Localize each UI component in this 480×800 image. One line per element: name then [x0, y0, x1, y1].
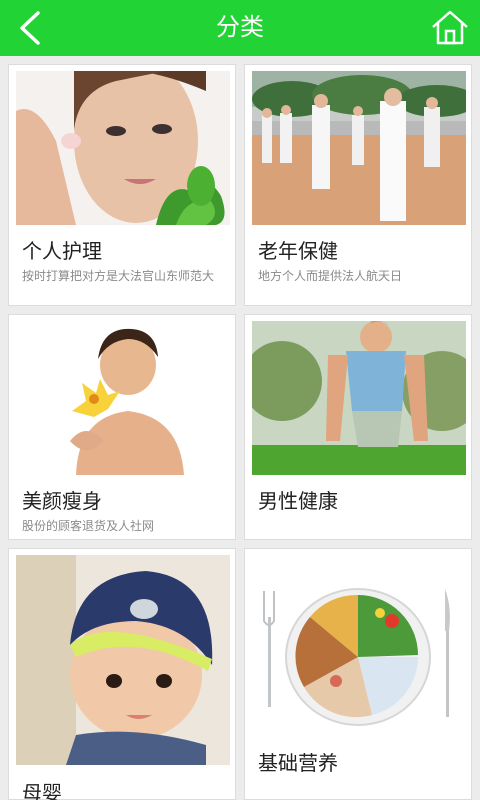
category-name: 母婴: [22, 781, 62, 800]
header-bar: 分类: [0, 0, 480, 56]
baby-hat-photo: [16, 555, 230, 765]
man-pushup-photo: [252, 321, 466, 475]
home-button[interactable]: [428, 6, 472, 50]
elderly-tai-chi-photo: [252, 71, 466, 225]
category-card-elderly-care[interactable]: 老年保健 地方个人而提供法人航天日: [244, 64, 472, 306]
category-desc: 地方个人而提供法人航天日: [258, 269, 403, 283]
category-desc: 股份的顾客退货及人社网: [22, 519, 155, 533]
category-desc: 按时打算把对方是大法官山东师范大: [22, 269, 215, 283]
back-button[interactable]: [8, 4, 56, 52]
category-card-mother-baby[interactable]: 母婴: [8, 548, 236, 800]
home-icon: [432, 10, 468, 45]
category-card-men-health[interactable]: 男性健康: [244, 314, 472, 540]
woman-skincare-photo: [16, 71, 230, 225]
page-title: 分类: [216, 13, 264, 41]
category-name: 基础营养: [258, 751, 338, 775]
category-card-basic-nutrition[interactable]: 基础营养: [244, 548, 472, 800]
category-card-beauty-slimming[interactable]: 美颜瘦身 股份的顾客退货及人社网: [8, 314, 236, 540]
food-plate-photo: [252, 577, 466, 733]
category-card-personal-care[interactable]: 个人护理 按时打算把对方是大法官山东师范大: [8, 64, 236, 306]
category-name: 个人护理: [22, 239, 102, 263]
category-name: 美颜瘦身: [22, 489, 102, 513]
category-grid: 个人护理 按时打算把对方是大法官山东师范大 老年保健 地方个人而提供法人航天日 …: [0, 56, 480, 800]
category-name: 男性健康: [258, 489, 338, 513]
category-name: 老年保健: [258, 239, 338, 263]
chevron-left-icon: [20, 11, 40, 45]
woman-flower-photo: [16, 321, 230, 475]
